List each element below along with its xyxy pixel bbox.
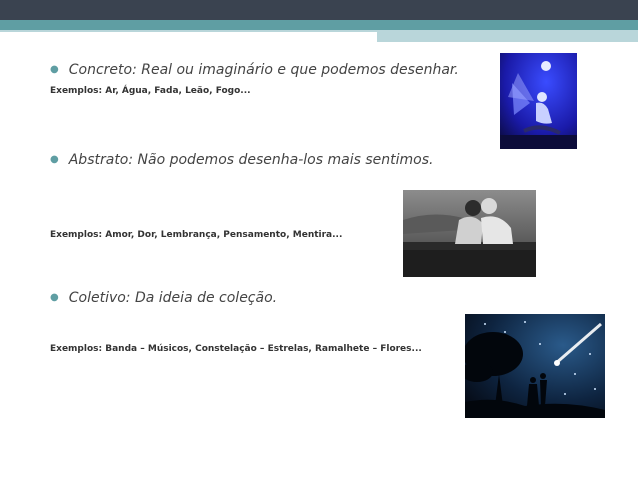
examples-coletivo: Exemplos: Banda – Músicos, Constelação –…: [50, 344, 422, 354]
bullet-icon: ●: [50, 64, 59, 75]
header-divider: [0, 30, 377, 32]
header-band-teal: [0, 20, 638, 30]
header-band-light: [377, 30, 638, 42]
bullet-coletivo: ● Coletivo: Da ideia de coleção.: [50, 290, 277, 306]
bullet-abstrato: ● Abstrato: Não podemos desenha-los mais…: [50, 152, 433, 168]
heading-coletivo: Coletivo: Da ideia de coleção.: [68, 290, 278, 306]
heading-concreto: Concreto: Real ou imaginário e que podem…: [68, 62, 459, 78]
bullet-icon: ●: [50, 154, 59, 165]
couple-image: [403, 190, 536, 277]
examples-abstrato: Exemplos: Amor, Dor, Lembrança, Pensamen…: [50, 230, 343, 240]
starry-night-image: [465, 314, 605, 418]
slide: ● Concreto: Real ou imaginário e que pod…: [0, 0, 638, 479]
bullet-concreto: ● Concreto: Real ou imaginário e que pod…: [50, 62, 459, 78]
heading-abstrato: Abstrato: Não podemos desenha-los mais s…: [68, 152, 434, 168]
bullet-icon: ●: [50, 292, 59, 303]
examples-concreto: Exemplos: Ar, Água, Fada, Leão, Fogo...: [50, 86, 251, 96]
header-band-dark: [0, 0, 638, 20]
fairy-image: [500, 53, 577, 149]
